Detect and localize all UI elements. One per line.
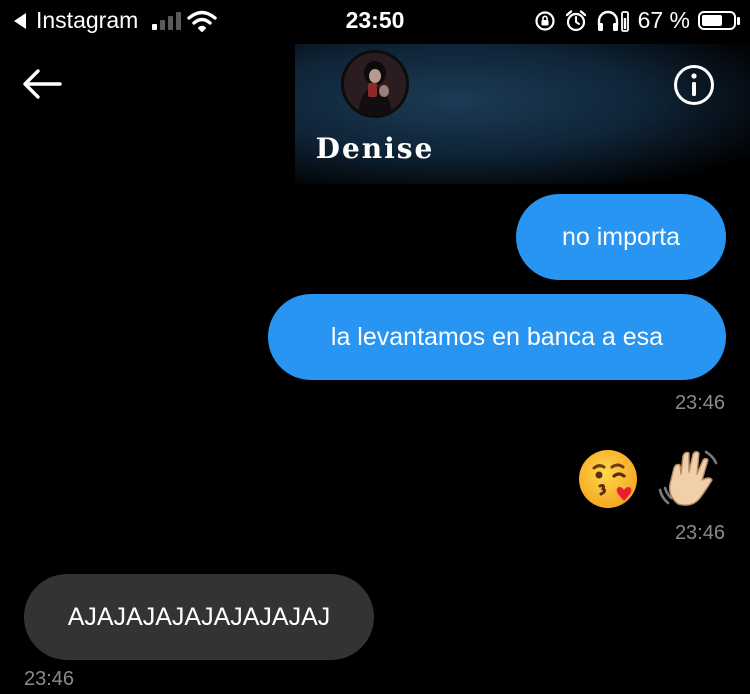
chat-header: Denise: [0, 44, 750, 186]
kissing-heart-emoji: [579, 450, 637, 508]
headphones-icon: [597, 10, 629, 32]
sent-message-bubble[interactable]: la levantamos en banca a esa: [268, 294, 726, 380]
battery-icon: [698, 11, 740, 30]
contact-avatar[interactable]: [341, 50, 409, 118]
battery-percent: 67 %: [637, 7, 690, 33]
message-timestamp: 23:46: [24, 668, 75, 690]
wifi-icon: [187, 10, 217, 32]
alarm-icon: [565, 9, 586, 31]
sent-message-bubble[interactable]: no importa: [516, 194, 726, 280]
avatar-photo: [344, 53, 406, 115]
arrow-left-icon: [23, 69, 62, 99]
back-button[interactable]: [20, 66, 64, 102]
info-icon: [674, 65, 714, 105]
orientation-lock-icon: [534, 10, 555, 31]
status-indicators: 67 %: [534, 7, 740, 34]
status-bar: Instagram 23:50 67 %: [0, 0, 750, 44]
waving-hand-emoji: [658, 450, 718, 506]
back-app-label: Instagram: [36, 7, 139, 33]
message-timestamp: 23:46: [674, 392, 725, 414]
sent-emoji-message[interactable]: [576, 446, 722, 512]
back-triangle-icon: [14, 12, 26, 29]
back-to-app[interactable]: Instagram: [14, 7, 217, 34]
info-button[interactable]: [672, 63, 716, 107]
received-message-bubble[interactable]: AJAJAJAJAJAJAJAJAJ: [24, 574, 374, 660]
message-timestamp: 23:46: [674, 522, 725, 544]
cellular-signal-icon: [152, 11, 182, 30]
contact-name[interactable]: Denise: [0, 132, 750, 165]
